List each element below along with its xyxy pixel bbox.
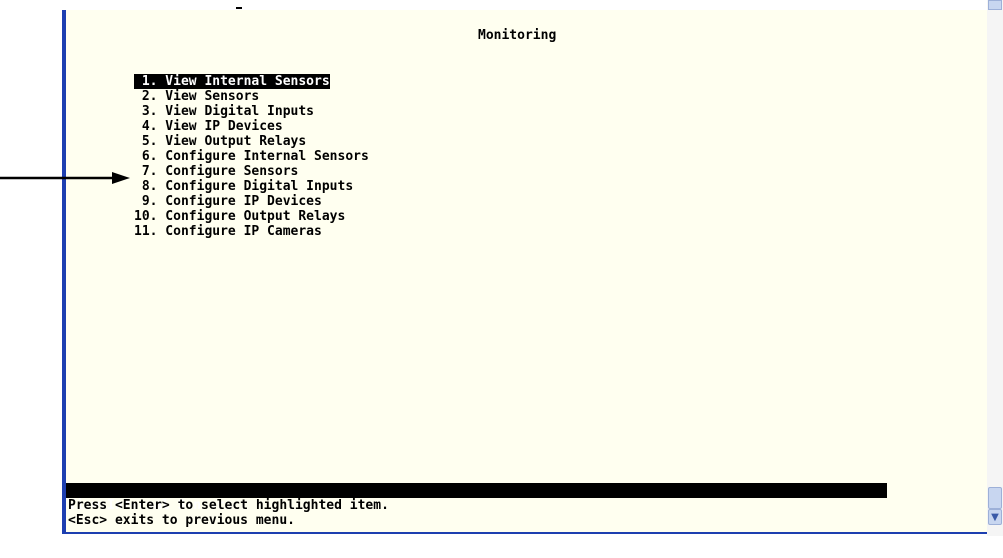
help-esc-text: <Esc> exits to previous menu. <box>68 513 295 528</box>
stray-mark <box>236 7 242 9</box>
scroll-down-button[interactable]: ▼ <box>988 509 1002 525</box>
menu-item-label: 5. View Output Relays <box>134 134 307 149</box>
arrow-right-icon <box>0 172 130 184</box>
menu-item-label: 7. Configure Sensors <box>134 164 299 179</box>
status-highlight-bar: View Internal Sensors <box>66 483 887 513</box>
menu-item-label: 3. View Digital Inputs <box>134 104 315 119</box>
menu-item-label: 2. View Sensors <box>134 89 260 104</box>
menu-item-label: 9. Configure IP Devices <box>134 194 322 209</box>
scroll-up-button[interactable] <box>988 0 1002 10</box>
scrollbar-track[interactable] <box>987 0 1003 536</box>
menu-item-label: 11. Configure IP Cameras <box>134 224 322 239</box>
menu-item-label: 4. View IP Devices <box>134 119 283 134</box>
page-title: Monitoring <box>478 28 557 43</box>
status-area: View Internal Sensors Press <Enter> to s… <box>66 483 887 558</box>
chevron-down-icon: ▼ <box>991 511 999 523</box>
menu-item-label: 1. View Internal Sensors <box>134 74 330 89</box>
menu-item-label: 10. Configure Output Relays <box>134 209 346 224</box>
menu-item-label: 8. Configure Digital Inputs <box>134 179 354 194</box>
menu-item-label: 6. Configure Internal Sensors <box>134 149 369 164</box>
scroll-thumb[interactable] <box>988 487 1002 509</box>
help-enter-text: Press <Enter> to select highlighted item… <box>68 498 389 513</box>
terminal-window[interactable]: Monitoring 1. View Internal Sensors 2. V… <box>62 10 987 534</box>
